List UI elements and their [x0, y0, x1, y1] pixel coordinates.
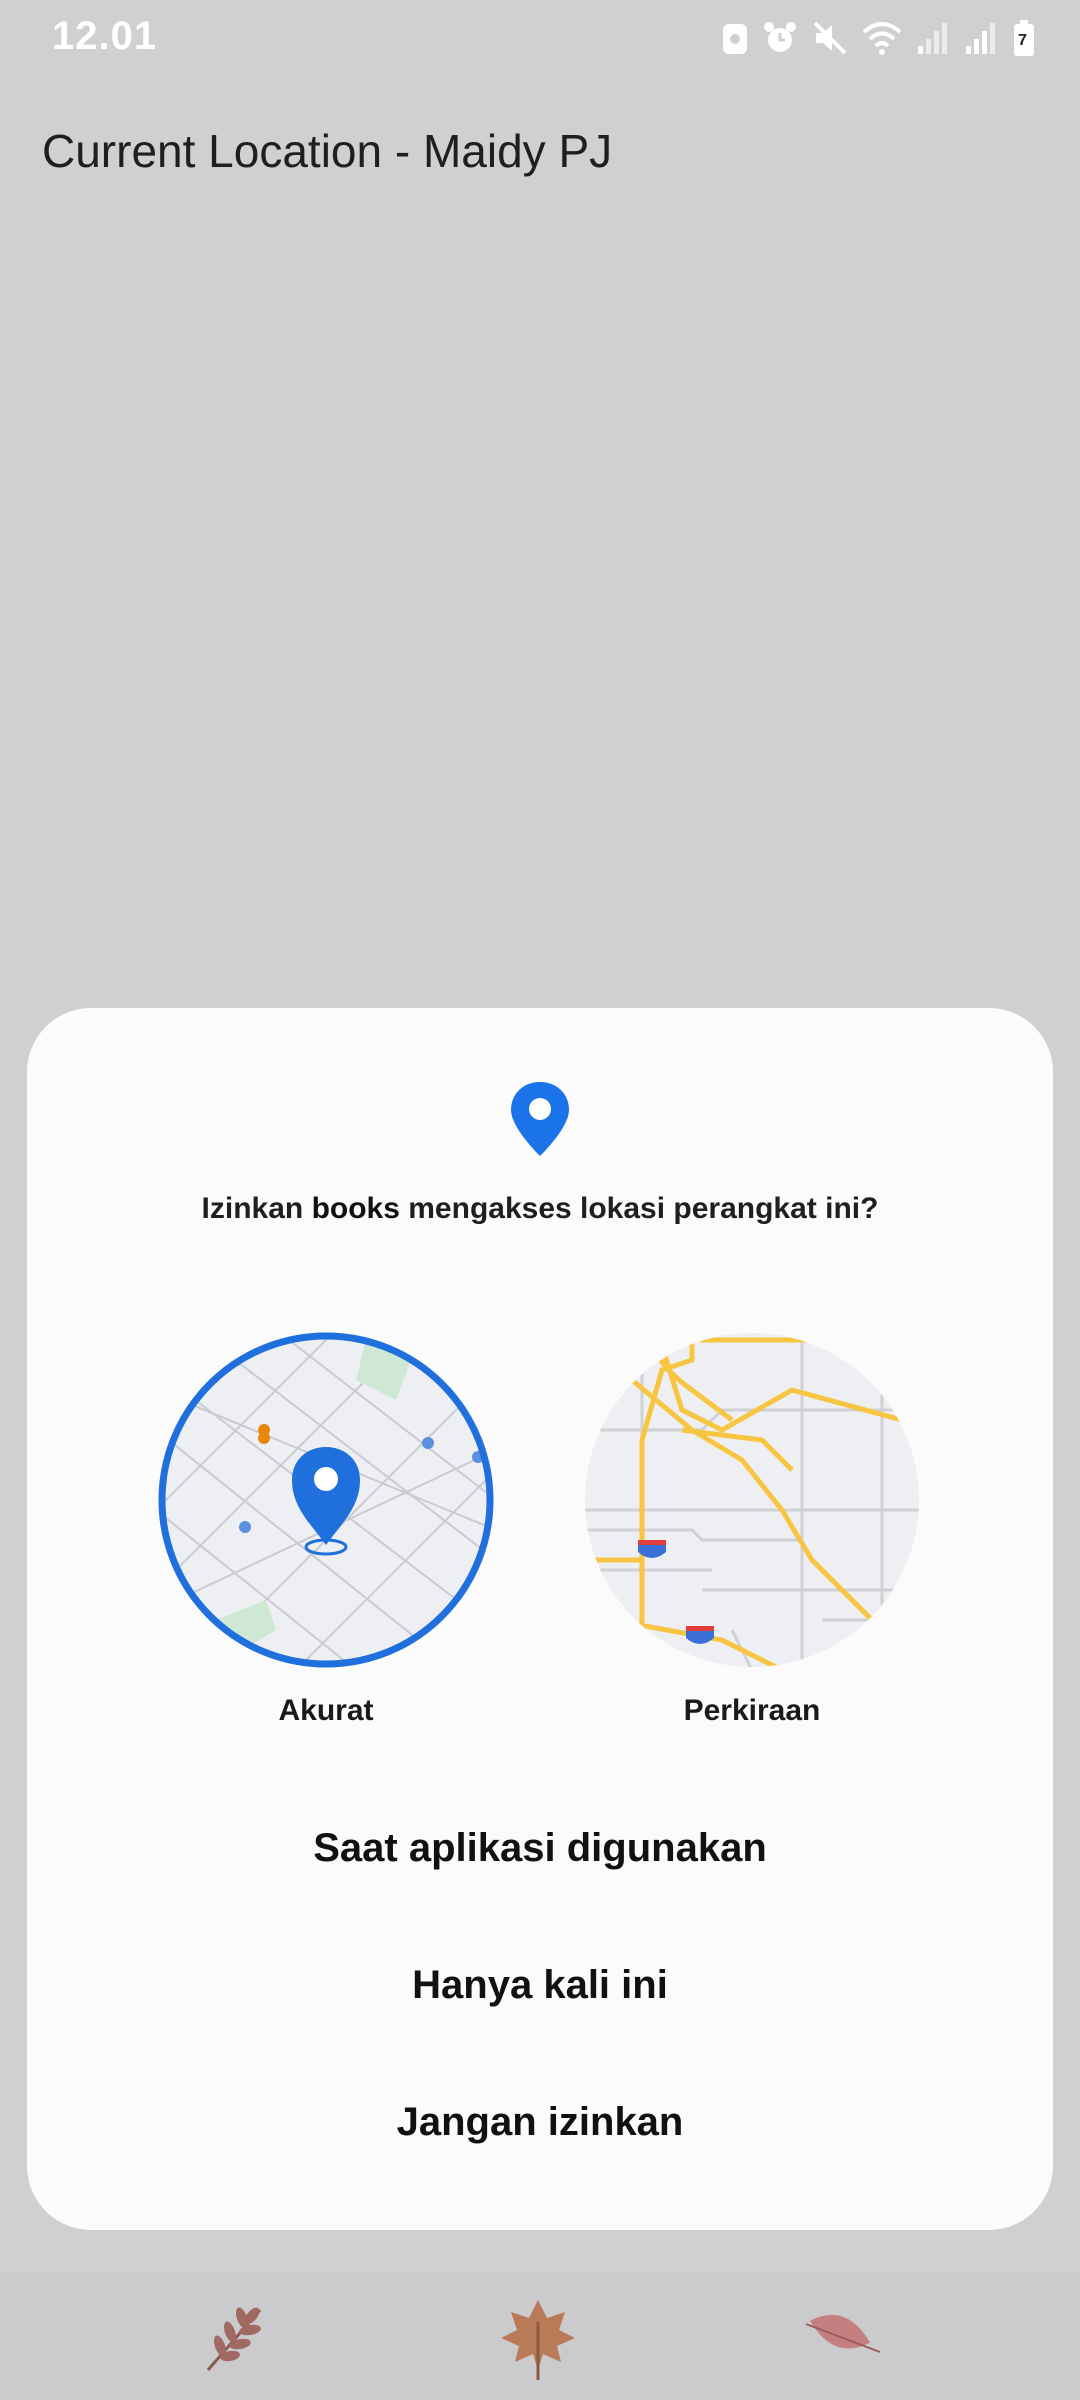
- location-permission-dialog: Izinkan books mengakses lokasi perangkat…: [27, 1008, 1053, 2230]
- approximate-location-option[interactable]: Perkiraan: [582, 1330, 922, 1728]
- status-icons: 7: [722, 20, 1036, 60]
- signal-icon: [916, 20, 950, 60]
- prompt-prefix: Izinkan: [201, 1192, 312, 1225]
- recent-apps-leaf-icon[interactable]: [190, 2292, 280, 2382]
- precise-location-option[interactable]: Akurat: [156, 1330, 496, 1728]
- prompt-suffix: mengakses lokasi perangkat ini?: [399, 1192, 879, 1225]
- battery-level: 7: [1018, 32, 1027, 49]
- allow-only-this-time-button[interactable]: Hanya kali ini: [27, 1963, 1053, 2008]
- battery-icon: 7: [1012, 20, 1036, 60]
- allow-while-using-button[interactable]: Saat aplikasi digunakan: [27, 1826, 1053, 1871]
- wifi-icon: [862, 20, 902, 60]
- signal-icon: [964, 20, 998, 60]
- approximate-label: Perkiraan: [683, 1694, 821, 1727]
- home-leaf-icon[interactable]: [493, 2292, 583, 2382]
- status-bar: 12.01 7: [0, 0, 1080, 80]
- alarm-icon: [762, 20, 798, 60]
- app-title: Current Location - Maidy PJ: [42, 125, 613, 177]
- deny-button[interactable]: Jangan izinkan: [27, 2100, 1053, 2145]
- precise-label: Akurat: [278, 1694, 374, 1727]
- screenshot-icon: [722, 20, 748, 60]
- permission-prompt: Izinkan books mengakses lokasi perangkat…: [27, 1192, 1053, 1226]
- navigation-bar: [0, 2272, 1080, 2400]
- mute-icon: [812, 20, 848, 60]
- precise-map-icon: [158, 1332, 494, 1668]
- status-time: 12.01: [52, 14, 158, 58]
- location-pin-icon: [511, 1082, 569, 1156]
- prompt-app-name: books: [311, 1192, 400, 1225]
- approximate-map-icon: [585, 1333, 919, 1667]
- back-leaf-icon[interactable]: [796, 2292, 886, 2382]
